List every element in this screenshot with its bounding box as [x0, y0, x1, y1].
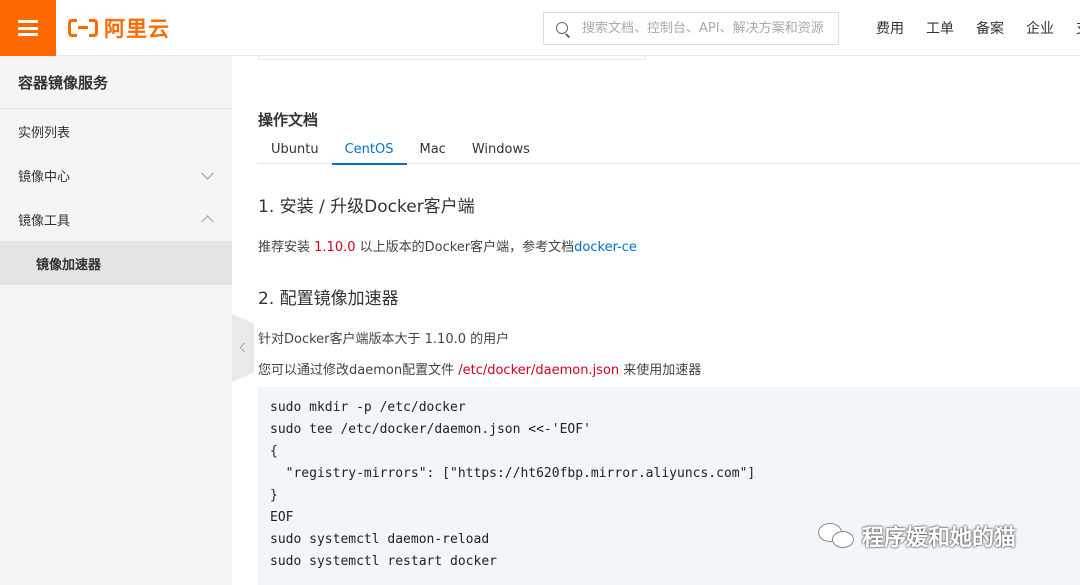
sidebar-item-label: 镜像加速器: [36, 257, 102, 273]
code-line: "registry-mirrors": ["https://ht620fbp.m…: [270, 466, 756, 481]
install-instructions: 推荐安装 1.10.0 以上版本的Docker客户端，参考文档docker-ce: [258, 236, 637, 255]
tab-mac[interactable]: Mac: [407, 135, 459, 164]
config-text-after: 来使用加速器: [619, 363, 702, 378]
previous-card-edge: [258, 56, 646, 60]
aliyun-logo[interactable]: 阿里云: [68, 14, 170, 42]
chevron-down-icon: [201, 166, 214, 180]
tab-windows[interactable]: Windows: [459, 135, 543, 164]
sidebar-item-instance-list[interactable]: 实例列表: [0, 109, 232, 153]
nav-link-support[interactable]: 支: [1076, 18, 1080, 38]
code-line: {: [270, 444, 278, 459]
install-text-middle: 以上版本的Docker客户端，参考文档: [355, 240, 575, 255]
nav-link-tickets[interactable]: 工单: [926, 18, 954, 38]
logo-text: 阿里云: [104, 17, 170, 41]
tab-ubuntu[interactable]: Ubuntu: [258, 135, 332, 164]
search-input[interactable]: [582, 21, 832, 36]
tab-centos[interactable]: CentOS: [331, 135, 407, 165]
doc-title: 操作文档: [258, 111, 319, 129]
os-tabs: Ubuntu CentOS Mac Windows: [258, 135, 1080, 165]
accelerator-config-note: 您可以通过修改daemon配置文件 /etc/docker/daemon.jso…: [258, 359, 701, 378]
chevron-up-icon: [201, 215, 214, 229]
search-icon: [556, 21, 570, 36]
code-block[interactable]: sudo mkdir -p /etc/docker sudo tee /etc/…: [258, 387, 1080, 585]
section-heading-install: 1. 安装 / 升级Docker客户端: [258, 197, 475, 217]
nav-link-enterprise[interactable]: 企业: [1026, 18, 1054, 38]
sidebar-item-label: 镜像中心: [18, 169, 71, 185]
sidebar: 容器镜像服务 实例列表 镜像中心 镜像工具 镜像加速器: [0, 56, 232, 585]
search-box[interactable]: [543, 12, 839, 45]
code-line: sudo systemctl restart docker: [270, 554, 497, 569]
sidebar-item-label: 实例列表: [18, 125, 71, 141]
recommended-version: 1.10.0: [314, 240, 356, 255]
code-line: sudo mkdir -p /etc/docker: [270, 400, 466, 415]
config-text-before: 您可以通过修改daemon配置文件: [258, 363, 459, 378]
top-nav-links: 费用 工单 备案 企业 支: [876, 0, 1080, 56]
wechat-icon: [818, 521, 858, 551]
top-navigation-bar: 阿里云 费用 工单 备案 企业 支: [0, 0, 1080, 56]
sidebar-item-label: 镜像工具: [18, 213, 71, 229]
section-heading-accelerator: 2. 配置镜像加速器: [258, 289, 399, 309]
aliyun-logo-icon: [68, 17, 98, 39]
nav-link-icp-filing[interactable]: 备案: [976, 18, 1004, 38]
sidebar-item-image-tools[interactable]: 镜像工具: [0, 197, 232, 241]
hamburger-menu-button[interactable]: [0, 0, 56, 56]
sidebar-item-image-center[interactable]: 镜像中心: [0, 153, 232, 197]
code-line: sudo tee /etc/docker/daemon.json <<-'EOF…: [270, 422, 591, 437]
main-content: 操作文档 Ubuntu CentOS Mac Windows 1. 安装 / 升…: [232, 56, 1080, 585]
daemon-json-path: /etc/docker/daemon.json: [458, 363, 620, 378]
nav-link-billing[interactable]: 费用: [876, 18, 904, 38]
hamburger-icon: [18, 20, 38, 36]
watermark: 程序媛和她的猫: [818, 520, 1016, 552]
sidebar-title: 容器镜像服务: [0, 56, 232, 109]
install-text-before: 推荐安装: [258, 240, 315, 255]
docker-ce-link[interactable]: docker-ce: [574, 240, 637, 255]
code-line: }: [270, 488, 278, 503]
accelerator-version-note: 针对Docker客户端版本大于 1.10.0 的用户: [258, 332, 510, 347]
watermark-text: 程序媛和她的猫: [862, 526, 1017, 551]
sidebar-item-image-accelerator[interactable]: 镜像加速器: [0, 241, 232, 285]
